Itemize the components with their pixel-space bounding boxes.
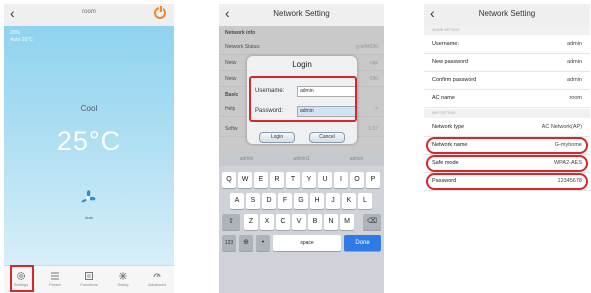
key-y[interactable]: Y	[302, 172, 316, 188]
tab-swing[interactable]: Swing	[106, 266, 140, 293]
page-title: Network Setting	[478, 9, 536, 18]
temperature-display: 25°C	[56, 126, 122, 156]
highlight-network-name	[426, 137, 588, 154]
key-r[interactable]: R	[270, 172, 284, 188]
status-line: 25%	[10, 30, 21, 36]
row-value: room	[569, 95, 582, 101]
key-p[interactable]: P	[366, 172, 380, 188]
power-icon[interactable]	[154, 5, 166, 19]
key-k[interactable]: K	[342, 193, 356, 209]
list-icon	[51, 272, 59, 280]
backspace-key[interactable]: ⌫	[363, 214, 381, 230]
suggestion-item[interactable]: admin	[219, 152, 274, 166]
list-item[interactable]: Username: admin	[424, 36, 590, 54]
key-m[interactable]: M	[340, 214, 354, 230]
key-j[interactable]: J	[326, 193, 340, 209]
list-item[interactable]: AC name room	[424, 90, 590, 108]
ac-control-screen: ‹ room 25% Auto 26°C Cool 25°C Auto Sett…	[4, 4, 174, 293]
cancel-button[interactable]: Cancel	[309, 132, 345, 143]
row-value: AC Network(AP)	[541, 124, 582, 130]
globe-icon[interactable]: ⊕	[239, 235, 253, 251]
key-e[interactable]: E	[254, 172, 268, 188]
row-label: AC name	[432, 95, 455, 101]
status-line: Auto 26°C	[10, 37, 33, 43]
row-label: Confirm password	[432, 77, 477, 83]
key-t[interactable]: T	[286, 172, 300, 188]
dialog-title: Login	[292, 60, 312, 69]
highlight-settings-tab	[10, 265, 34, 292]
done-key[interactable]: Done	[344, 235, 381, 251]
tab-functions[interactable]: Functions	[72, 266, 106, 293]
highlight-safe-mode	[426, 155, 588, 172]
highlight-password	[426, 173, 588, 190]
tab-preset[interactable]: Preset	[38, 266, 72, 293]
row-value: admin	[567, 59, 582, 65]
section-header: ADMIN SETTING	[424, 26, 590, 35]
tab-label: Functions	[80, 282, 98, 287]
suggestion-bar: admin admin1 admin	[219, 152, 384, 166]
suggestion-item[interactable]: admin	[329, 152, 384, 166]
space-key[interactable]: space	[273, 235, 341, 251]
key-f[interactable]: F	[278, 193, 292, 209]
network-setting-details-screen: ‹ Network Setting ADMIN SETTING Username…	[424, 4, 590, 293]
mode-label: Cool	[80, 104, 98, 113]
row-label: New password	[432, 59, 469, 65]
key-o[interactable]: O	[350, 172, 364, 188]
key-row: 123 ⊕ • space Done	[219, 235, 384, 251]
key-g[interactable]: G	[294, 193, 308, 209]
key-row: QWERTYUIOP	[219, 172, 384, 188]
section-header: WIFI SETTING	[424, 109, 590, 118]
tab-label: Advanced	[148, 282, 166, 287]
tab-label: Preset	[49, 282, 61, 287]
key-row: ⇧ ⌫ ZXCVBNM	[219, 214, 384, 230]
key-row: ASDFGHJKL	[219, 193, 384, 209]
list-item[interactable]: New password admin	[424, 54, 590, 72]
network-setting-login-screen: ‹ Network Setting Network info Network S…	[219, 4, 384, 293]
key-a[interactable]: A	[230, 193, 244, 209]
swing-icon	[119, 272, 127, 280]
key-v[interactable]: V	[292, 214, 306, 230]
fan-icon[interactable]	[76, 186, 100, 210]
row-label: Network type	[432, 124, 465, 130]
nav-bar: ‹ room	[4, 4, 174, 27]
advanced-icon	[153, 273, 161, 278]
row-value: admin	[567, 77, 582, 83]
nav-bar: ‹ Network Setting	[424, 4, 590, 27]
tab-advanced[interactable]: Advanced	[140, 266, 174, 293]
ac-status-panel: 25% Auto 26°C Cool 25°C Auto	[4, 26, 174, 266]
page-title: Network Setting	[273, 9, 330, 18]
key-s[interactable]: S	[246, 193, 260, 209]
key-n[interactable]: N	[324, 214, 338, 230]
row-value: admin	[567, 41, 582, 47]
fan-mode-label: Auto	[84, 215, 94, 220]
highlight-credentials	[249, 76, 357, 122]
login-button[interactable]: Login	[259, 132, 295, 143]
key-d[interactable]: D	[262, 193, 276, 209]
key-x[interactable]: X	[260, 214, 274, 230]
numbers-key[interactable]: 123	[222, 235, 236, 251]
key-b[interactable]: B	[308, 214, 322, 230]
list-item[interactable]: Network type AC Network(AP)	[424, 119, 590, 137]
functions-icon	[85, 272, 93, 280]
key-q[interactable]: Q	[222, 172, 236, 188]
keyboard: admin admin1 admin QWERTYUIOP ASDFGHJKL …	[219, 152, 384, 293]
key-i[interactable]: I	[334, 172, 348, 188]
key-u[interactable]: U	[318, 172, 332, 188]
list-item[interactable]: Confirm password admin	[424, 72, 590, 90]
key-c[interactable]: C	[276, 214, 290, 230]
key-w[interactable]: W	[238, 172, 252, 188]
nav-bar: ‹ Network Setting	[219, 4, 384, 27]
page-title: room	[82, 9, 96, 15]
row-label: Username:	[432, 41, 459, 47]
microphone-icon[interactable]: •	[256, 235, 270, 251]
suggestion-item[interactable]: admin1	[274, 152, 329, 166]
key-l[interactable]: L	[358, 193, 372, 209]
shift-key[interactable]: ⇧	[222, 214, 240, 230]
key-h[interactable]: H	[310, 193, 324, 209]
key-z[interactable]: Z	[244, 214, 258, 230]
tab-label: Swing	[117, 282, 129, 287]
status-lines: 25% Auto 26°C	[10, 30, 33, 44]
